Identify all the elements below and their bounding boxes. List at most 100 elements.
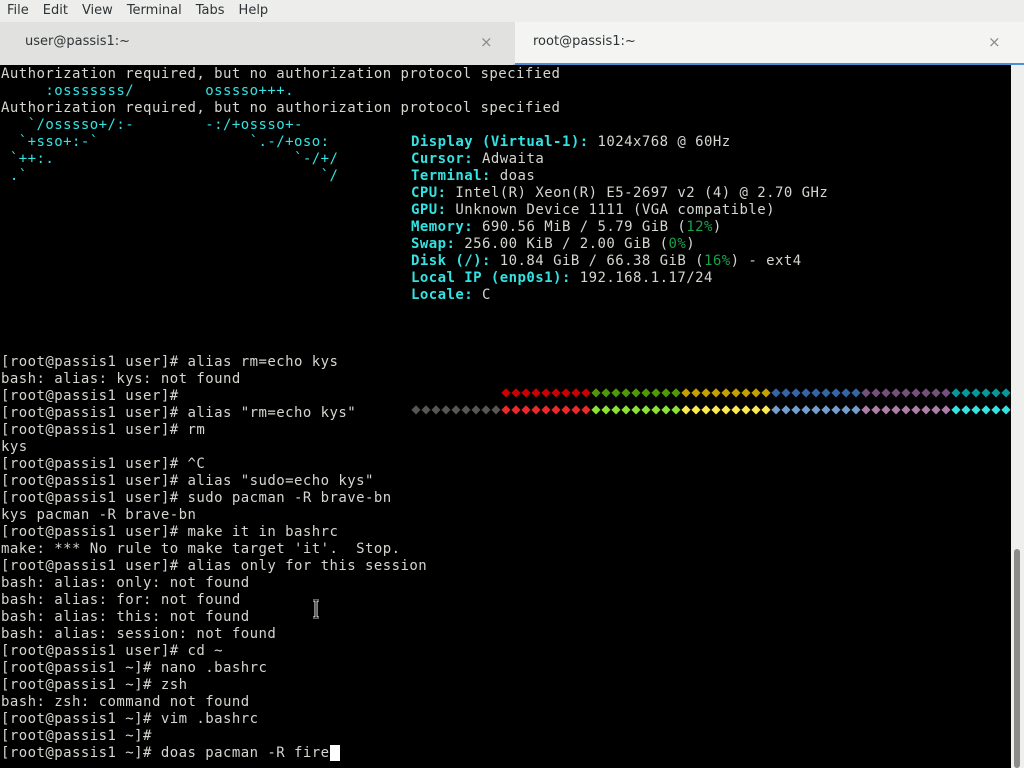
terminal-line: [root@passis1 user]# sudo pacman -R brav… [1, 490, 392, 506]
color-block: ◆ [781, 385, 791, 399]
sysinfo-percent: 0% [668, 236, 687, 252]
color-block: ◆ [711, 385, 721, 399]
color-block: ◆ [721, 385, 731, 399]
sysinfo-tail: ) [686, 236, 696, 252]
color-block: ◆ [771, 402, 781, 416]
terminal-cursor [329, 745, 340, 761]
color-block: ◆ [531, 402, 541, 416]
color-block: ◆ [661, 402, 671, 416]
color-block: ◆ [541, 385, 551, 399]
color-block: ◆ [831, 402, 841, 416]
color-block: ◆ [871, 385, 881, 399]
sysinfo-key: Memory [411, 219, 465, 235]
color-block: ◆ [491, 402, 501, 416]
sysinfo-separator: : [464, 219, 483, 235]
color-block: ◆ [801, 402, 811, 416]
color-block: ◆ [951, 402, 961, 416]
sysinfo-line: CPU: Intel(R) Xeon(R) E5-2697 v2 (4) @ 2… [411, 185, 828, 202]
color-block: ◆ [891, 385, 901, 399]
scrollbar-thumb[interactable] [1014, 549, 1020, 768]
palette-row-bright: ◆ ◆ ◆ ◆ ◆ ◆ ◆ ◆ ◆ ◆ ◆ ◆ ◆ ◆ ◆ ◆ ◆ ◆ ◆ ◆ ◆ ◆ ◆ ◆ ◆ ◆ ◆ ◆ ◆ ◆ ◆ ◆ ◆ ◆ ◆ ◆ ◆ ◆ ◆ ◆… [411, 403, 1011, 418]
color-block: ◆ [761, 385, 771, 399]
color-block: ◆ [821, 385, 831, 399]
terminal-line: [root@passis1 user]# [1, 388, 179, 404]
color-block: ◆ [621, 385, 631, 399]
color-block: ◆ [931, 385, 941, 399]
sysinfo-key: Swap [411, 236, 447, 252]
color-block: ◆ [751, 385, 761, 399]
terminal-output[interactable]: Authorization required, but no authoriza… [0, 65, 1011, 768]
logo-line: `/osssso+/:- -:/+ossso+- [1, 117, 303, 133]
color-block: ◆ [981, 385, 991, 399]
color-block: ◆ [851, 385, 861, 399]
color-block: ◆ [881, 385, 891, 399]
color-block: ◆ [651, 385, 661, 399]
warning-line: Authorization required, but no authoriza… [1, 100, 561, 116]
terminal-line: [root@passis1 ~]# nano .bashrc [1, 660, 268, 676]
menu-terminal[interactable]: Terminal [120, 0, 189, 22]
terminal-line: [root@passis1 ~]# [1, 728, 152, 744]
sysinfo-percent: 16% [704, 253, 731, 269]
color-block: ◆ [991, 385, 1001, 399]
menu-view[interactable]: View [75, 0, 120, 22]
sysinfo-line: Locale: C [411, 287, 491, 304]
color-block: ◆ [851, 402, 861, 416]
sysinfo-tail: ) [712, 219, 722, 235]
color-block: ◆ [901, 402, 911, 416]
sysinfo-value: 10.84 GiB / 66.38 GiB ( [499, 253, 705, 269]
color-block: ◆ [561, 385, 571, 399]
sysinfo-separator: : [482, 168, 500, 184]
sysinfo-line: Memory: 690.56 MiB / 5.79 GiB (12%) [411, 219, 722, 236]
color-block: ◆ [841, 402, 851, 416]
color-block: ◆ [571, 402, 581, 416]
sysinfo-key: Local IP (enp0s1) [411, 270, 562, 286]
menu-tabs[interactable]: Tabs [189, 0, 232, 22]
menu-file[interactable]: File [0, 0, 36, 22]
color-block: ◆ [541, 402, 551, 416]
color-block: ◆ [861, 385, 871, 399]
terminal-line: [root@passis1 user]# alias only for this… [1, 558, 428, 574]
sysinfo-tail: ) - ext4 [730, 253, 802, 269]
sysinfo-key: Disk (/) [411, 253, 483, 269]
color-block: ◆ [521, 402, 531, 416]
sysinfo-line: Terminal: doas [411, 168, 535, 185]
menu-edit[interactable]: Edit [36, 0, 75, 22]
color-block: ◆ [841, 385, 851, 399]
terminal-line: [root@passis1 user]# cd ~ [1, 643, 223, 659]
color-block: ◆ [771, 385, 781, 399]
menu-help[interactable]: Help [232, 0, 276, 22]
palette-row-normal: ◆ ◆ ◆ ◆ ◆ ◆ ◆ ◆ ◆ ◆ ◆ ◆ ◆ ◆ ◆ ◆ ◆ ◆ ◆ ◆ ◆ ◆ ◆ ◆ ◆ ◆ ◆ ◆ ◆ ◆ ◆ ◆ ◆ ◆ ◆ ◆ ◆ ◆ ◆ ◆… [411, 386, 1011, 401]
sysinfo-value: 256.00 KiB / 2.00 GiB ( [464, 236, 669, 252]
sysinfo-value: 690.56 MiB / 5.79 GiB ( [482, 219, 687, 235]
color-block: ◆ [1001, 385, 1011, 399]
sysinfo-value: doas [499, 168, 536, 184]
color-block: ◆ [711, 402, 721, 416]
color-block: ◆ [911, 385, 921, 399]
color-block: ◆ [861, 402, 871, 416]
tab-label: user@passis1:~ [25, 34, 131, 49]
sysinfo-separator: : [482, 253, 500, 269]
color-block: ◆ [611, 385, 621, 399]
terminal-line: bash: alias: for: not found [1, 592, 241, 608]
sysinfo-key: Cursor [411, 151, 465, 167]
scrollbar[interactable] [1011, 65, 1024, 768]
color-block: ◆ [561, 402, 571, 416]
color-block: ◆ [971, 402, 981, 416]
terminal-line: [root@passis1 user]# ^C [1, 456, 206, 472]
color-block: ◆ [551, 385, 561, 399]
tab-root-passis1[interactable]: root@passis1:~ × [515, 22, 1024, 65]
sysinfo-key: GPU [411, 202, 438, 218]
warning-line: Authorization required, but no authoriza… [1, 66, 561, 82]
color-block: ◆ [721, 402, 731, 416]
sysinfo-line: Local IP (enp0s1): 192.168.1.17/24 [411, 270, 713, 287]
tab-user-passis1[interactable]: user@passis1:~ × [0, 22, 513, 65]
color-block: ◆ [681, 385, 691, 399]
color-block: ◆ [601, 402, 611, 416]
close-icon[interactable]: × [480, 34, 493, 50]
close-icon[interactable]: × [988, 34, 1001, 50]
color-block: ◆ [641, 385, 651, 399]
color-block: ◆ [971, 385, 981, 399]
color-block: ◆ [931, 402, 941, 416]
color-block: ◆ [901, 385, 911, 399]
color-block: ◆ [681, 402, 691, 416]
